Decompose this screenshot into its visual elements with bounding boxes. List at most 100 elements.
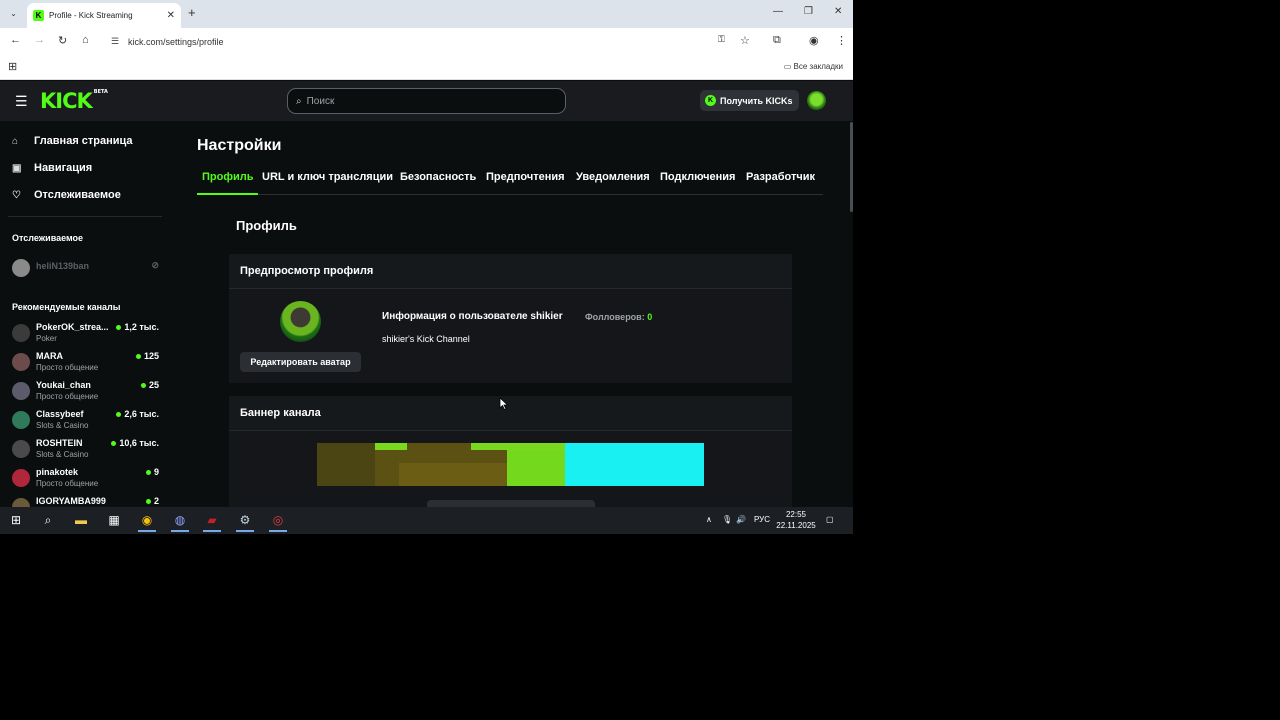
- live-dot-icon: [111, 440, 117, 446]
- sidebar-item-following[interactable]: ♡ Отслеживаемое: [12, 189, 121, 201]
- recommended-channel[interactable]: ROSHTEIN Slots & Casino 10,6 тыс.: [12, 438, 162, 466]
- upload-banner-button[interactable]: [427, 500, 595, 507]
- sidebar-item-label: Навигация: [34, 162, 93, 174]
- home-icon[interactable]: ⌂: [82, 34, 89, 46]
- recommended-channel[interactable]: MARA Просто общение 125: [12, 351, 162, 379]
- tab-profile[interactable]: Профиль: [197, 171, 259, 195]
- edit-avatar-button[interactable]: Редактировать аватар: [240, 352, 361, 372]
- forward-icon[interactable]: →: [34, 34, 45, 46]
- all-bookmarks[interactable]: ▭ Все закладки: [784, 62, 843, 71]
- recommended-channel[interactable]: Youkai_chan Просто общение 25: [12, 380, 162, 408]
- tab-notifications[interactable]: Уведомления: [571, 171, 655, 195]
- recommended-channel[interactable]: Classybeef Slots & Casino 2,6 тыс.: [12, 409, 162, 437]
- mouse-cursor-icon: [499, 397, 509, 411]
- apps-grid-icon[interactable]: ⊞: [8, 60, 17, 73]
- tray-chevron-icon[interactable]: ∧: [706, 515, 712, 524]
- tab-search-dropdown-icon[interactable]: ⌄: [6, 6, 21, 21]
- sidebar-item-home[interactable]: ⌂ Главная страница: [12, 135, 133, 147]
- get-kicks-button[interactable]: K Получить KICKs: [700, 90, 799, 111]
- sidebar-divider: [8, 216, 162, 217]
- banner-block: [399, 463, 509, 486]
- followed-channel[interactable]: heliN139ban ⊘: [12, 257, 162, 285]
- search-input[interactable]: ⌕ Поиск: [287, 88, 566, 114]
- recommended-heading: Рекомендуемые каналы: [12, 302, 121, 312]
- channel-avatar: [12, 353, 30, 371]
- hamburger-menu-icon[interactable]: ☰: [15, 93, 28, 110]
- user-avatar[interactable]: [807, 91, 826, 110]
- channel-avatar: [12, 498, 30, 507]
- live-dot-icon: [145, 469, 151, 475]
- obs-icon[interactable]: ◎: [269, 511, 287, 532]
- recommended-channel[interactable]: pinakotek Просто общение 9: [12, 467, 162, 495]
- logo-text: KICK: [40, 89, 93, 113]
- tab-preferences[interactable]: Предпочтения: [481, 171, 570, 195]
- extensions-icon[interactable]: ⧉: [773, 34, 781, 47]
- channel-avatar: [12, 440, 30, 458]
- dota-icon[interactable]: ▰: [203, 511, 221, 532]
- password-key-icon[interactable]: ⚿: [718, 34, 725, 45]
- site-info-icon[interactable]: ☰: [111, 36, 119, 47]
- viewer-count: 9: [145, 467, 159, 477]
- window-close-icon[interactable]: ✕: [834, 6, 842, 17]
- channel-category: Poker: [36, 334, 57, 343]
- language-indicator[interactable]: РУС: [754, 515, 770, 524]
- recommended-channel[interactable]: PokerOK_strea... Poker 1,2 тыс.: [12, 322, 162, 350]
- sidebar-item-browse[interactable]: ▣ Навигация: [12, 162, 92, 174]
- back-icon[interactable]: ←: [10, 34, 21, 46]
- heart-icon: ♡: [12, 189, 21, 201]
- profile-preview-card: Предпросмотр профиля Редактировать авата…: [229, 254, 792, 383]
- microphone-icon[interactable]: 🎙: [722, 515, 732, 524]
- channel-category: Slots & Casino: [36, 421, 89, 430]
- discord-icon[interactable]: ◍: [171, 511, 189, 532]
- steam-icon[interactable]: ⚙: [236, 511, 254, 532]
- kick-logo[interactable]: KICK BETA: [40, 89, 108, 113]
- folder-icon: ▭: [783, 62, 794, 71]
- notifications-icon[interactable]: ▢: [826, 515, 834, 524]
- search-icon: ⌕: [296, 95, 302, 107]
- tab-connections[interactable]: Подключения: [655, 171, 740, 195]
- url-field[interactable]: ☰ kick.com/settings/profile: [104, 31, 764, 53]
- user-info-title: Информация о пользователе shikier: [382, 311, 563, 322]
- reload-icon[interactable]: ↻: [58, 34, 67, 47]
- viewer-count-value: 2: [153, 496, 159, 506]
- clock-date: 22.11.2025: [776, 521, 816, 530]
- new-tab-icon[interactable]: +: [188, 5, 196, 20]
- channel-avatar: [12, 324, 30, 342]
- address-bar-row: ← → ↻ ⌂ ☰ kick.com/settings/profile ⚿ ☆ …: [0, 28, 853, 56]
- recommended-channel[interactable]: IGORYAMBA999 2: [12, 496, 162, 507]
- channel-name: IGORYAMBA999: [36, 496, 106, 506]
- section-title: Профиль: [236, 218, 297, 233]
- profile-icon[interactable]: ◉: [809, 34, 819, 47]
- viewer-count: 10,6 тыс.: [111, 438, 159, 448]
- channel-name: Youkai_chan: [36, 380, 91, 390]
- tab-stream-url-key[interactable]: URL и ключ трансляции: [257, 171, 398, 195]
- chrome-icon[interactable]: ◉: [138, 511, 156, 532]
- settings-main: Настройки Профиль URL и ключ трансляции …: [170, 121, 853, 507]
- windows-start-icon[interactable]: ⊞: [7, 511, 25, 529]
- live-dot-icon: [145, 498, 151, 504]
- clock[interactable]: 22:55 22.11.2025: [776, 509, 816, 531]
- scrollbar-thumb[interactable]: [850, 122, 853, 212]
- store-icon[interactable]: ▦: [105, 511, 123, 529]
- followers-label: Фолловеров:: [585, 312, 645, 322]
- volume-icon[interactable]: 🔊: [736, 515, 746, 524]
- tab-close-icon[interactable]: ✕: [167, 10, 175, 21]
- viewer-count-value: 25: [148, 380, 159, 390]
- clock-time: 22:55: [785, 510, 807, 519]
- tab-security[interactable]: Безопасность: [395, 171, 481, 195]
- channel-name: PokerOK_strea...: [36, 322, 109, 332]
- channel-name: MARA: [36, 351, 63, 361]
- banner-block: [317, 443, 375, 486]
- file-explorer-icon[interactable]: ▬: [72, 511, 90, 529]
- viewer-count: 2,6 тыс.: [116, 409, 159, 419]
- restore-icon[interactable]: ❐: [804, 6, 813, 17]
- menu-dots-icon[interactable]: ⋮: [836, 34, 847, 47]
- followers-value: 0: [647, 312, 653, 322]
- user-description: shikier's Kick Channel: [382, 334, 470, 344]
- search-icon[interactable]: ⌕: [39, 511, 57, 529]
- viewer-count: 2: [145, 496, 159, 506]
- browser-tab-active[interactable]: K Profile - Kick Streaming ✕: [27, 3, 181, 28]
- bookmark-star-icon[interactable]: ☆: [740, 34, 750, 47]
- tab-developer[interactable]: Разработчик: [741, 171, 820, 195]
- minimize-icon[interactable]: —: [773, 6, 783, 17]
